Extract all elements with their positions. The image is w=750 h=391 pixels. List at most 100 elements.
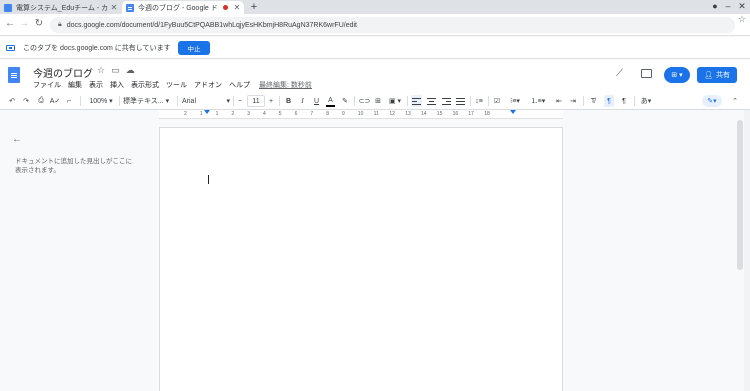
last-edit-link[interactable]: 最終編集: 数秒前 (259, 80, 312, 90)
font-size-field[interactable]: 11 (247, 95, 265, 107)
underline-button[interactable]: U (312, 95, 321, 107)
print-icon[interactable]: ⎙ (36, 95, 46, 107)
insert-image-icon[interactable]: ▣ ▾ (387, 95, 403, 107)
bulleted-list-icon[interactable]: ⁝≡▾ (507, 95, 523, 107)
bold-button[interactable]: B (284, 95, 293, 107)
ruler-number: 15 (436, 111, 443, 117)
share-button[interactable]: 👤︎ 共有 (697, 67, 737, 83)
url-text: docs.google.com/document/d/1FyBuu5CtPQAB… (66, 21, 357, 29)
text-color-button[interactable]: A (326, 95, 335, 107)
paint-format-icon[interactable]: ⌐ (64, 95, 74, 107)
font-select[interactable]: Arial ▾ (182, 95, 230, 107)
new-tab-button[interactable]: + (248, 1, 260, 13)
vertical-scrollbar[interactable] (737, 120, 743, 270)
ruler-number: 14 (421, 111, 427, 117)
line-spacing-icon[interactable]: ↕≡ (474, 95, 484, 107)
paragraph-ltr-button[interactable]: ¶ (604, 95, 614, 107)
close-window-icon[interactable]: ✕ (736, 1, 748, 12)
minimize-icon[interactable]: – (722, 1, 734, 11)
menu-bar: ファイル 編集 表示 挿入 表示形式 ツール アドオン ヘルプ 最終編集: 数秒… (33, 80, 312, 90)
style-value: 標準テキス... (123, 98, 164, 105)
scroll-track (744, 110, 750, 391)
comment-add-icon[interactable]: ⊞ (373, 95, 383, 107)
menu-view[interactable]: 表示 (89, 80, 103, 90)
tab-sharing-bar: このタブを docs.google.com に共有しています 中止 (0, 37, 750, 59)
input-tools-button[interactable]: あ ▾ (639, 95, 653, 107)
paragraph-rtl-icon[interactable]: ¶ (619, 95, 629, 107)
tab-edu-team[interactable]: 電算システム_Eduチーム - カ ✕ (0, 1, 121, 14)
activity-trend-icon[interactable]: ⟋ (616, 68, 623, 79)
present-button[interactable]: ⊞ ▾ (664, 67, 690, 83)
sharing-message: このタブを docs.google.com に共有しています (23, 44, 171, 52)
checklist-icon[interactable]: ☑ (492, 95, 502, 107)
document-page[interactable] (159, 127, 563, 391)
menu-format[interactable]: 表示形式 (131, 80, 159, 90)
align-left-button[interactable] (411, 95, 422, 107)
menu-help[interactable]: ヘルプ (229, 80, 250, 90)
decrease-font-size-icon[interactable]: − (236, 95, 244, 107)
link-icon[interactable]: ⊂⊃ (359, 95, 371, 107)
increase-font-size-icon[interactable]: + (267, 95, 275, 107)
ruler-number: 1 (199, 111, 203, 117)
ruler-number: 3 (247, 111, 250, 117)
paragraph-style-select[interactable]: 標準テキス... ▾ (123, 95, 175, 107)
menu-insert[interactable]: 挿入 (110, 80, 124, 90)
ruler-number: 13 (405, 111, 411, 117)
align-justify-button[interactable] (455, 95, 466, 107)
recording-indicator-icon (223, 5, 228, 10)
close-outline-icon[interactable]: ← (12, 134, 22, 145)
url-field[interactable]: 🔒︎ docs.google.com/document/d/1FyBuu5CtP… (50, 17, 735, 33)
docs-favicon-icon (126, 3, 134, 12)
font-size-value: 11 (252, 97, 260, 105)
numbered-list-icon[interactable]: ⒈≡▾ (530, 95, 546, 107)
close-tab-icon[interactable]: ✕ (109, 3, 119, 12)
align-left-icon (412, 97, 421, 105)
stop-sharing-button[interactable]: 中止 (178, 41, 210, 55)
ruler-number: 11 (373, 111, 379, 117)
formatting-toolbar: ↶ ↷ ⎙ A✓ ⌐ 100% ▾ 標準テキス... ▾ Arial ▾ − 11… (0, 92, 750, 110)
forward-icon[interactable]: → (18, 18, 30, 29)
tab-blog-doc[interactable]: 今週のブログ - Google ド ✕ (122, 1, 244, 14)
reload-icon[interactable]: ↻ (33, 18, 45, 29)
decrease-indent-icon[interactable]: ⇤ (554, 95, 564, 107)
highlight-icon[interactable]: ✎ (340, 95, 350, 107)
align-right-button[interactable] (441, 95, 452, 107)
back-icon[interactable]: ← (4, 18, 16, 29)
menu-tools[interactable]: ツール (166, 80, 187, 90)
menu-file[interactable]: ファイル (33, 80, 61, 90)
spellcheck-icon[interactable]: A✓ (50, 95, 61, 107)
right-indent-marker[interactable] (510, 110, 516, 114)
redo-icon[interactable]: ↷ (21, 95, 31, 107)
present-icon: ⊞ ▾ (671, 72, 683, 79)
zoom-value: 100% (89, 97, 108, 105)
star-icon[interactable]: ☆ (97, 65, 105, 76)
undo-icon[interactable]: ↶ (7, 95, 17, 107)
profile-icon[interactable]: ● (709, 1, 721, 11)
docs-logo-icon[interactable] (8, 67, 20, 83)
document-title[interactable]: 今週のブログ (33, 65, 93, 80)
clear-formatting-icon[interactable]: T̸ (588, 95, 598, 107)
cloud-saved-icon[interactable]: ☁ (126, 65, 135, 76)
zoom-select[interactable]: 100% ▾ (86, 95, 116, 107)
italic-button[interactable]: I (298, 95, 307, 107)
bookmark-star-icon[interactable]: ☆ (738, 14, 746, 25)
align-justify-icon (456, 97, 465, 105)
horizontal-ruler: 2 1 1 2 3 4 5 6 7 8 9 10 11 12 13 14 15 16 17 18 (159, 110, 563, 119)
ruler-number: 7 (310, 111, 314, 117)
increase-indent-icon[interactable]: ⇥ (568, 95, 578, 107)
editing-mode-button[interactable]: ✎▾ (702, 95, 722, 107)
text-cursor (208, 175, 209, 184)
ruler-number: 1 (215, 111, 219, 117)
ruler-number: 9 (342, 111, 345, 117)
move-folder-icon[interactable]: ▭ (111, 65, 120, 76)
ruler-number: 12 (389, 111, 395, 117)
close-tab-icon[interactable]: ✕ (232, 3, 242, 12)
left-indent-marker[interactable] (204, 110, 210, 114)
collapse-menus-icon[interactable]: ⌃ (730, 95, 740, 107)
comments-icon[interactable] (641, 69, 652, 78)
ruler-number: 10 (357, 111, 364, 117)
align-right-icon (442, 97, 451, 105)
menu-addons[interactable]: アドオン (194, 80, 222, 90)
align-center-button[interactable] (426, 95, 437, 107)
menu-edit[interactable]: 編集 (68, 80, 82, 90)
